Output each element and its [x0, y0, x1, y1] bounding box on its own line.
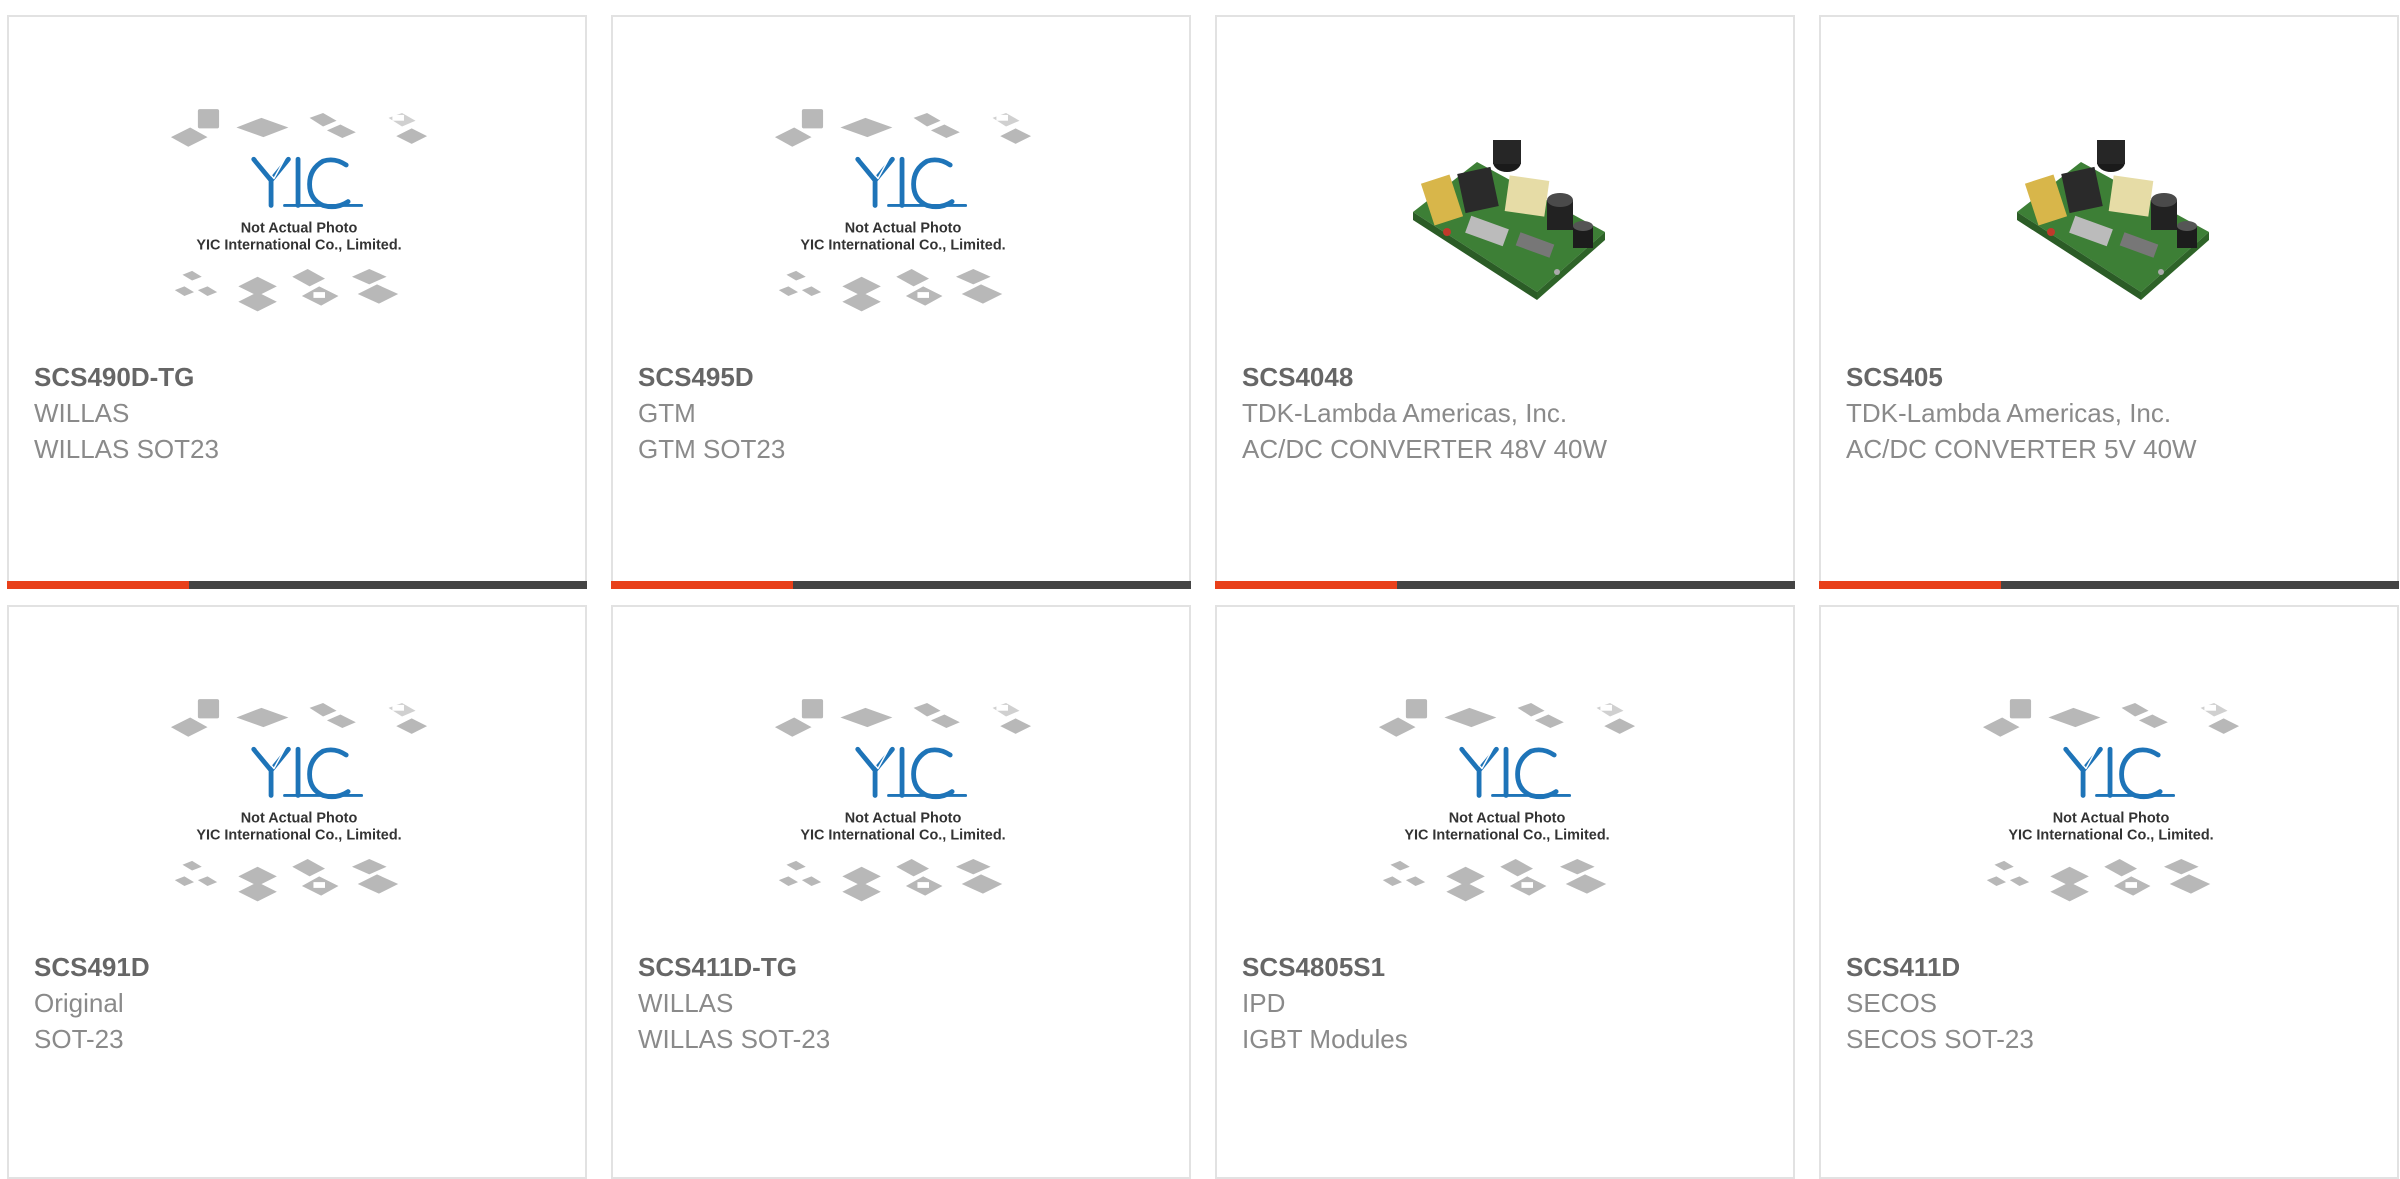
product-info: SCS491D Original SOT-23: [34, 949, 565, 1057]
product-manufacturer: TDK-Lambda Americas, Inc.: [1242, 398, 1568, 428]
product-description: IGBT Modules: [1242, 1024, 1408, 1054]
product-thumbnail[interactable]: Not Actual Photo YIC International Co., …: [1981, 687, 2241, 927]
card-bottom-bar: [611, 581, 1191, 589]
product-description: SECOS SOT-23: [1846, 1024, 2034, 1054]
product-info: SCS405 TDK-Lambda Americas, Inc. AC/DC CON…: [1846, 359, 2377, 467]
placeholder-line2: YIC International Co., Limited.: [196, 828, 401, 844]
card-accent-bar: [1819, 581, 2001, 589]
product-card[interactable]: Not Actual Photo YIC International Co., …: [1215, 605, 1795, 1179]
product-part-number[interactable]: SCS405: [1846, 359, 2377, 395]
not-actual-photo-placeholder-icon: Not Actual Photo YIC International Co., …: [1378, 699, 1636, 902]
placeholder-line1: Not Actual Photo: [241, 810, 358, 826]
product-manufacturer: WILLAS: [638, 988, 734, 1018]
not-actual-photo-placeholder-icon: Not Actual Photo YIC International Co., …: [170, 109, 428, 312]
card-bottom-bar: [1215, 581, 1795, 589]
power-supply-board-image: [1413, 140, 1605, 300]
product-part-number[interactable]: SCS4048: [1242, 359, 1773, 395]
product-card[interactable]: Not Actual Photo YIC International Co., …: [611, 15, 1191, 589]
placeholder-line2: YIC International Co., Limited.: [2008, 828, 2213, 844]
product-info: SCS4805S1 IPD IGBT Modules: [1242, 949, 1773, 1057]
product-info: SCS495D GTM GTM SOT23: [638, 359, 1169, 467]
product-thumbnail[interactable]: Not Actual Photo YIC International Co., …: [169, 97, 429, 337]
product-part-number[interactable]: SCS4805S1: [1242, 949, 1773, 985]
product-description: GTM SOT23: [638, 434, 786, 464]
not-actual-photo-placeholder-icon: Not Actual Photo YIC International Co., …: [774, 699, 1032, 902]
placeholder-line1: Not Actual Photo: [845, 810, 962, 826]
not-actual-photo-placeholder-icon: Not Actual Photo YIC International Co., …: [1982, 699, 2240, 902]
product-thumbnail[interactable]: [1981, 97, 2241, 337]
product-thumbnail[interactable]: Not Actual Photo YIC International Co., …: [773, 97, 1033, 337]
product-grid: Not Actual Photo YIC International Co., …: [7, 15, 2400, 1179]
product-thumbnail[interactable]: Not Actual Photo YIC International Co., …: [1377, 687, 1637, 927]
placeholder-line2: YIC International Co., Limited.: [1404, 828, 1609, 844]
card-bottom-bar: [7, 581, 587, 589]
product-description: SOT-23: [34, 1024, 124, 1054]
placeholder-line2: YIC International Co., Limited.: [800, 828, 1005, 844]
product-part-number[interactable]: SCS491D: [34, 949, 565, 985]
product-thumbnail[interactable]: Not Actual Photo YIC International Co., …: [773, 687, 1033, 927]
power-supply-board-image: [2017, 140, 2209, 300]
product-manufacturer: GTM: [638, 398, 696, 428]
placeholder-line1: Not Actual Photo: [845, 220, 962, 236]
product-part-number[interactable]: SCS495D: [638, 359, 1169, 395]
not-actual-photo-placeholder-icon: Not Actual Photo YIC International Co., …: [170, 699, 428, 902]
placeholder-line2: YIC International Co., Limited.: [196, 238, 401, 254]
product-info: SCS4048 TDK-Lambda Americas, Inc. AC/DC CO…: [1242, 359, 1773, 467]
not-actual-photo-placeholder-icon: Not Actual Photo YIC International Co., …: [774, 109, 1032, 312]
product-info: SCS411D-TG WILLAS WILLAS SOT-23: [638, 949, 1169, 1057]
product-card[interactable]: Not Actual Photo YIC International Co., …: [1819, 605, 2399, 1179]
product-card[interactable]: SCS4048 TDK-Lambda Americas, Inc. AC/DC CO…: [1215, 15, 1795, 589]
product-card[interactable]: Not Actual Photo YIC International Co., …: [7, 15, 587, 589]
product-manufacturer: TDK-Lambda Americas, Inc.: [1846, 398, 2172, 428]
placeholder-line2: YIC International Co., Limited.: [800, 238, 1005, 254]
placeholder-line1: Not Actual Photo: [1449, 810, 1566, 826]
card-accent-bar: [7, 581, 189, 589]
card-accent-bar: [1215, 581, 1397, 589]
product-manufacturer: WILLAS: [34, 398, 130, 428]
product-part-number[interactable]: SCS411D-TG: [638, 949, 1169, 985]
product-part-number[interactable]: SCS411D: [1846, 949, 2377, 985]
product-card[interactable]: Not Actual Photo YIC International Co., …: [611, 605, 1191, 1179]
product-part-number[interactable]: SCS490D-TG: [34, 359, 565, 395]
product-manufacturer: IPD: [1242, 988, 1286, 1018]
product-manufacturer: SECOS: [1846, 988, 1938, 1018]
product-description: WILLAS SOT23: [34, 434, 219, 464]
product-thumbnail[interactable]: Not Actual Photo YIC International Co., …: [169, 687, 429, 927]
product-description: AC/DC CONVERTER 5V 40W: [1846, 434, 2197, 464]
product-card[interactable]: Not Actual Photo YIC International Co., …: [7, 605, 587, 1179]
card-bottom-bar: [1819, 581, 2399, 589]
product-info: SCS411D SECOS SECOS SOT-23: [1846, 949, 2377, 1057]
product-info: SCS490D-TG WILLAS WILLAS SOT23: [34, 359, 565, 467]
product-card[interactable]: SCS405 TDK-Lambda Americas, Inc. AC/DC CON…: [1819, 15, 2399, 589]
placeholder-line1: Not Actual Photo: [2053, 810, 2170, 826]
placeholder-line1: Not Actual Photo: [241, 220, 358, 236]
product-thumbnail[interactable]: [1377, 97, 1637, 337]
product-description: WILLAS SOT-23: [638, 1024, 831, 1054]
card-accent-bar: [611, 581, 793, 589]
product-manufacturer: Original: [34, 988, 124, 1018]
product-description: AC/DC CONVERTER 48V 40W: [1242, 434, 1608, 464]
